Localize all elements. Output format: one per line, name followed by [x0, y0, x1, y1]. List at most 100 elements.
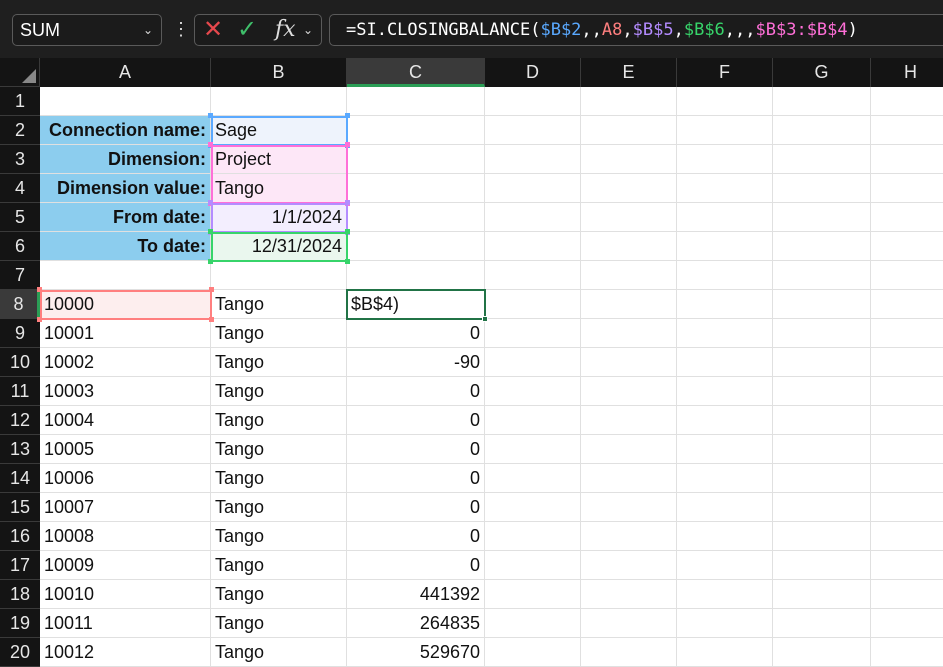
- row-header-11[interactable]: 11: [0, 377, 40, 406]
- cell[interactable]: [773, 551, 871, 580]
- cell[interactable]: [773, 174, 871, 203]
- cell[interactable]: [485, 348, 581, 377]
- project-cell[interactable]: Tango: [211, 522, 347, 551]
- balance-cell[interactable]: 0: [347, 551, 485, 580]
- column-header-b[interactable]: B: [211, 58, 347, 87]
- row-header-6[interactable]: 6: [0, 232, 40, 261]
- account-cell[interactable]: 10007: [40, 493, 211, 522]
- cell[interactable]: [581, 116, 677, 145]
- param-value[interactable]: 12/31/2024: [211, 232, 347, 261]
- cell[interactable]: [581, 232, 677, 261]
- cell[interactable]: [677, 551, 773, 580]
- column-header-c[interactable]: C: [347, 58, 485, 87]
- cell[interactable]: [871, 319, 943, 348]
- cell[interactable]: [871, 261, 943, 290]
- cell[interactable]: [871, 87, 943, 116]
- balance-cell[interactable]: 441392: [347, 580, 485, 609]
- project-cell[interactable]: Tango: [211, 435, 347, 464]
- cell[interactable]: [485, 551, 581, 580]
- cancel-icon[interactable]: ✕: [203, 17, 223, 43]
- balance-cell[interactable]: 529670: [347, 638, 485, 667]
- cell[interactable]: [677, 406, 773, 435]
- project-cell[interactable]: Tango: [211, 580, 347, 609]
- cell[interactable]: [773, 232, 871, 261]
- cell[interactable]: [485, 232, 581, 261]
- cell[interactable]: [677, 174, 773, 203]
- formula-input[interactable]: =SI.CLOSINGBALANCE($B$2,,A8,$B$5,$B$6,,,…: [329, 14, 943, 46]
- cell[interactable]: [677, 609, 773, 638]
- cell[interactable]: [581, 435, 677, 464]
- cell[interactable]: [581, 261, 677, 290]
- row-header-3[interactable]: 3: [0, 145, 40, 174]
- cell[interactable]: [485, 464, 581, 493]
- cell[interactable]: [773, 261, 871, 290]
- range-handle[interactable]: [345, 113, 350, 118]
- range-handle[interactable]: [208, 259, 213, 264]
- insert-function-icon[interactable]: fx: [275, 17, 296, 43]
- cell[interactable]: [773, 145, 871, 174]
- account-cell[interactable]: 10009: [40, 551, 211, 580]
- cell[interactable]: [773, 406, 871, 435]
- range-handle[interactable]: [345, 142, 350, 147]
- row-header-14[interactable]: 14: [0, 464, 40, 493]
- project-cell[interactable]: Tango: [211, 464, 347, 493]
- cell[interactable]: [347, 87, 485, 116]
- balance-cell[interactable]: 0: [347, 435, 485, 464]
- worksheet-grid[interactable]: A B C D E F G H 1 2 3 4 5 6 7 8 9 10 11 12 13 14 15 16 17 18 19 20 C…: [0, 58, 943, 667]
- cell[interactable]: [40, 261, 211, 290]
- column-header-g[interactable]: G: [773, 58, 871, 87]
- cell[interactable]: [581, 203, 677, 232]
- range-handle[interactable]: [208, 142, 213, 147]
- cell[interactable]: [581, 348, 677, 377]
- cell[interactable]: [677, 290, 773, 319]
- name-box[interactable]: SUM ⌄: [12, 14, 162, 46]
- cell[interactable]: [485, 290, 581, 319]
- cell[interactable]: [871, 580, 943, 609]
- account-cell[interactable]: 10000: [40, 290, 211, 319]
- cell[interactable]: [871, 493, 943, 522]
- cell[interactable]: [677, 638, 773, 667]
- project-cell[interactable]: Tango: [211, 551, 347, 580]
- cell[interactable]: [773, 609, 871, 638]
- balance-cell[interactable]: 0: [347, 522, 485, 551]
- cell[interactable]: [871, 406, 943, 435]
- column-header-d[interactable]: D: [485, 58, 581, 87]
- cell[interactable]: [485, 609, 581, 638]
- cell[interactable]: [485, 87, 581, 116]
- range-handle[interactable]: [209, 317, 214, 322]
- range-handle[interactable]: [37, 317, 42, 322]
- row-header-1[interactable]: 1: [0, 87, 40, 116]
- row-header-17[interactable]: 17: [0, 551, 40, 580]
- cell[interactable]: [871, 377, 943, 406]
- account-cell[interactable]: 10002: [40, 348, 211, 377]
- cell[interactable]: [347, 145, 485, 174]
- cell[interactable]: [581, 493, 677, 522]
- column-header-h[interactable]: H: [871, 58, 943, 87]
- balance-cell[interactable]: 0: [347, 464, 485, 493]
- row-header-13[interactable]: 13: [0, 435, 40, 464]
- cell[interactable]: [871, 174, 943, 203]
- row-header-8[interactable]: 8: [0, 290, 40, 319]
- function-chevron-icon[interactable]: ⌄: [303, 15, 313, 45]
- cell[interactable]: [347, 261, 485, 290]
- row-header-20[interactable]: 20: [0, 638, 40, 667]
- cell[interactable]: [677, 319, 773, 348]
- cell[interactable]: [871, 116, 943, 145]
- cell[interactable]: [871, 609, 943, 638]
- row-header-4[interactable]: 4: [0, 174, 40, 203]
- account-cell[interactable]: 10011: [40, 609, 211, 638]
- project-cell[interactable]: Tango: [211, 493, 347, 522]
- cell[interactable]: [485, 203, 581, 232]
- account-cell[interactable]: 10010: [40, 580, 211, 609]
- param-value[interactable]: Project: [211, 145, 347, 174]
- project-cell[interactable]: Tango: [211, 406, 347, 435]
- cell[interactable]: [677, 464, 773, 493]
- balance-cell[interactable]: 0: [347, 493, 485, 522]
- cell[interactable]: [871, 464, 943, 493]
- cell[interactable]: [871, 551, 943, 580]
- account-cell[interactable]: 10006: [40, 464, 211, 493]
- cell[interactable]: [871, 522, 943, 551]
- cell[interactable]: [581, 377, 677, 406]
- cell[interactable]: [773, 377, 871, 406]
- balance-cell[interactable]: 0: [347, 319, 485, 348]
